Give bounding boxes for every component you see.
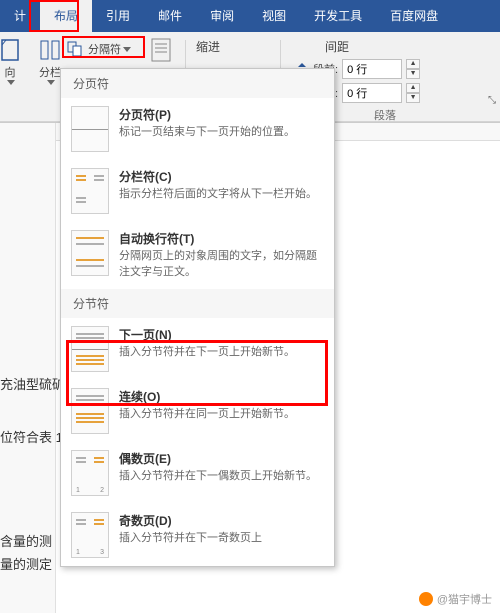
page-break-icon (71, 106, 109, 152)
menu-column-break[interactable]: 分栏符(C) 指示分栏符后面的文字将从下一栏开始。 (61, 160, 334, 222)
column-break-icon (71, 168, 109, 214)
menu-even-page[interactable]: 1 2 偶数页(E) 插入分节符并在下一偶数页上开始新节。 (61, 442, 334, 504)
spacing-before-stepper[interactable]: ▲▼ (406, 59, 420, 79)
odd-page-icon: 1 3 (71, 512, 109, 558)
menu-item-desc: 插入分节符并在下一页上开始新节。 (119, 345, 324, 361)
continuous-icon (71, 388, 109, 434)
tab-review[interactable]: 审阅 (196, 0, 248, 32)
menu-item-desc: 标记一页结束与下一页开始的位置。 (119, 125, 324, 141)
breaks-label: 分隔符 (88, 41, 121, 57)
tab-layout[interactable]: 布局 (40, 0, 92, 32)
tab-design[interactable]: 计 (0, 0, 40, 32)
section-header-page-breaks: 分页符 (61, 69, 334, 98)
step-down-icon[interactable]: ▼ (406, 93, 420, 103)
document-text: 充油型硫矿 位符合表 1 含量的测 量的测定 (0, 283, 65, 577)
menu-item-title: 分页符(P) (119, 106, 324, 123)
menu-item-title: 奇数页(D) (119, 512, 324, 529)
breaks-icon (66, 40, 84, 58)
menu-item-title: 连续(O) (119, 388, 324, 405)
spacing-after-input[interactable] (342, 83, 402, 103)
columns-label: 分栏 (39, 64, 61, 80)
tab-mailings[interactable]: 邮件 (144, 0, 196, 32)
section-header-section-breaks: 分节符 (61, 289, 334, 318)
orientation-label: 向 (5, 64, 16, 80)
tab-developer[interactable]: 开发工具 (300, 0, 376, 32)
watermark: @猫宇博士 (419, 591, 492, 607)
tab-references[interactable]: 引用 (92, 0, 144, 32)
doc-line: 含量的测 (0, 530, 65, 553)
menu-item-title: 偶数页(E) (119, 450, 324, 467)
ribbon-tabs: 计 布局 引用 邮件 审阅 视图 开发工具 百度网盘 (0, 0, 500, 32)
menu-item-desc: 指示分栏符后面的文字将从下一栏开始。 (119, 187, 324, 203)
next-page-icon (71, 326, 109, 372)
breaks-button[interactable]: 分隔符 (62, 38, 135, 60)
dialog-launcher-icon[interactable]: ⤡ (488, 95, 496, 106)
menu-item-title: 自动换行符(T) (119, 230, 324, 247)
menu-odd-page[interactable]: 1 3 奇数页(D) 插入分节符并在下一奇数页上 (61, 504, 334, 566)
tab-baidu[interactable]: 百度网盘 (376, 0, 452, 32)
chevron-down-icon (123, 47, 131, 52)
paper-button[interactable] (143, 36, 179, 66)
orientation-icon (0, 38, 22, 62)
doc-line: 充油型硫矿 (0, 373, 65, 396)
menu-item-desc: 插入分节符并在同一页上开始新节。 (119, 407, 324, 423)
menu-item-title: 下一页(N) (119, 326, 324, 343)
menu-text-wrapping[interactable]: 自动换行符(T) 分隔网页上的对象周围的文字，如分隔题注文字与正文。 (61, 222, 334, 289)
text-wrap-icon (71, 230, 109, 276)
columns-icon (38, 38, 62, 62)
paper-icon (149, 38, 173, 62)
orientation-button[interactable]: 向 (0, 36, 28, 87)
menu-item-desc: 分隔网页上的对象周围的文字，如分隔题注文字与正文。 (119, 249, 324, 281)
spacing-before-input[interactable] (342, 59, 402, 79)
menu-page-break[interactable]: 分页符(P) 标记一页结束与下一页开始的位置。 (61, 98, 334, 160)
menu-next-page[interactable]: 下一页(N) 插入分节符并在下一页上开始新节。 (61, 318, 334, 380)
watermark-text: @猫宇博士 (437, 591, 492, 607)
weibo-icon (419, 592, 433, 606)
menu-item-title: 分栏符(C) (119, 168, 324, 185)
tab-view[interactable]: 视图 (248, 0, 300, 32)
step-down-icon[interactable]: ▼ (406, 69, 420, 79)
indent-group-label: 缩进 (190, 36, 220, 59)
breaks-dropdown: 分页符 分页符(P) 标记一页结束与下一页开始的位置。 分栏符(C) 指示分栏符… (60, 68, 335, 567)
step-up-icon[interactable]: ▲ (406, 59, 420, 69)
spacing-after-stepper[interactable]: ▲▼ (406, 83, 420, 103)
doc-line: 位符合表 1 (0, 426, 65, 449)
doc-line: 量的测定 (0, 553, 65, 576)
spacing-group-label: 间距 (285, 36, 485, 59)
chevron-down-icon (47, 80, 55, 85)
menu-item-desc: 插入分节符并在下一偶数页上开始新节。 (119, 469, 324, 485)
even-page-icon: 1 2 (71, 450, 109, 496)
menu-item-desc: 插入分节符并在下一奇数页上 (119, 531, 324, 547)
menu-continuous[interactable]: 连续(O) 插入分节符并在同一页上开始新节。 (61, 380, 334, 442)
step-up-icon[interactable]: ▲ (406, 83, 420, 93)
chevron-down-icon (7, 80, 15, 85)
